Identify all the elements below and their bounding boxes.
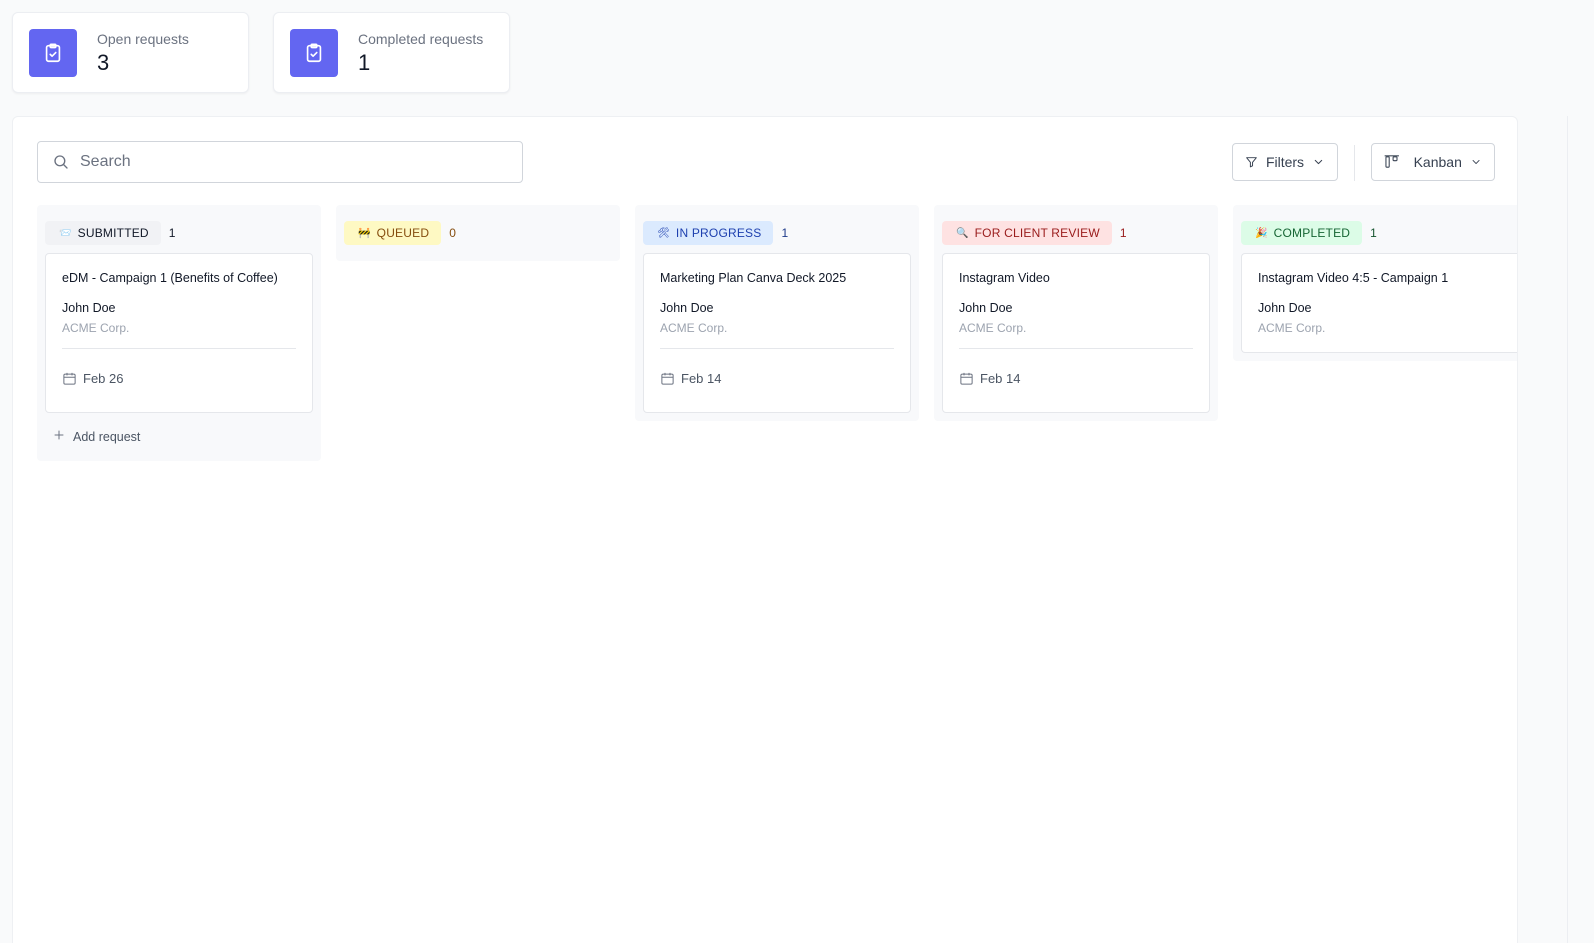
view-label: Kanban (1413, 154, 1462, 170)
open-requests-card: Open requests 3 (12, 12, 249, 93)
chevron-down-icon (1314, 159, 1323, 165)
status-badge: 🛠 IN PROGRESS (643, 221, 774, 245)
card-title: Instagram Video 4:5 - Campaign 1 (1258, 271, 1449, 285)
card-divider (62, 348, 296, 349)
column-title: SUBMITTED (77, 226, 149, 240)
column-title: COMPLETED (1273, 226, 1351, 240)
card-company: ACME Corp. (1258, 321, 1326, 335)
search-input[interactable]: Search (37, 141, 523, 183)
completed-requests-label: Completed requests (358, 31, 484, 47)
filters-button[interactable]: Filters (1232, 143, 1338, 181)
card-date-text: Feb 14 (681, 371, 722, 386)
column-count: 1 (1370, 226, 1377, 240)
status-badge: 🎉 COMPLETED (1241, 221, 1363, 245)
card-title: Marketing Plan Canva Deck 2025 (660, 271, 847, 285)
clipboard-check-icon (29, 29, 77, 77)
add-request-label: Add request (73, 429, 141, 444)
kanban-board: 📨 SUBMITTED 1 eDM - Campaign 1 (Benefits… (37, 205, 1517, 505)
column-in-progress: 🛠 IN PROGRESS 1 Marketing Plan Canva Dec… (635, 205, 919, 421)
card-due-date: Feb 14 (660, 371, 721, 386)
party-popper-icon: 🎉 (1255, 227, 1268, 239)
card-title: Instagram Video (959, 271, 1050, 285)
card-due-date: Feb 14 (959, 371, 1020, 386)
card-divider (959, 348, 1193, 349)
card-date-text: Feb 14 (980, 371, 1021, 386)
magnifier-icon: 🔍 (956, 227, 969, 239)
search-icon (54, 155, 68, 169)
column-count: 1 (781, 226, 789, 240)
requests-panel: Search Filters Kanban 📨 SUBMITTED 1 eDM … (12, 116, 1518, 943)
completed-requests-value: 1 (358, 50, 371, 75)
card-due-date: Feb 26 (62, 371, 123, 386)
request-card[interactable]: Instagram Video John Doe ACME Corp. Feb … (942, 253, 1210, 413)
plus-icon (53, 429, 65, 444)
funnel-icon (1246, 157, 1257, 168)
card-assignee: John Doe (959, 301, 1013, 315)
open-requests-label: Open requests (97, 31, 189, 47)
card-assignee: John Doe (62, 301, 116, 315)
column-title: FOR CLIENT REVIEW (974, 226, 1100, 240)
toolbar-divider (1354, 145, 1355, 181)
column-title: IN PROGRESS (675, 226, 762, 240)
column-queued: 🚧 QUEUED 0 (336, 205, 620, 261)
card-divider (660, 348, 894, 349)
page-scrollbar-track[interactable] (1567, 116, 1568, 943)
view-switcher-button[interactable]: Kanban (1371, 143, 1495, 181)
request-card[interactable]: Marketing Plan Canva Deck 2025 John Doe … (643, 253, 911, 413)
tools-icon: 🛠 (657, 227, 670, 239)
column-title: QUEUED (376, 226, 430, 240)
column-count: 1 (1119, 226, 1127, 240)
card-company: ACME Corp. (660, 321, 728, 335)
card-company: ACME Corp. (62, 321, 130, 335)
envelope-icon: 📨 (59, 227, 72, 239)
column-for-client-review: 🔍 FOR CLIENT REVIEW 1 Instagram Video Jo… (934, 205, 1218, 421)
column-count: 1 (168, 226, 176, 240)
card-title: eDM - Campaign 1 (Benefits of Coffee) (62, 271, 278, 285)
status-badge: 📨 SUBMITTED (45, 221, 161, 245)
card-date-text: Feb 26 (83, 371, 124, 386)
completed-requests-card: Completed requests 1 (273, 12, 510, 93)
card-assignee: John Doe (1258, 301, 1312, 315)
column-submitted: 📨 SUBMITTED 1 eDM - Campaign 1 (Benefits… (37, 205, 321, 461)
add-request-button[interactable]: Add request (53, 429, 140, 444)
open-requests-value: 3 (97, 50, 110, 75)
column-count: 0 (449, 226, 456, 240)
request-card[interactable]: Instagram Video 4:5 - Campaign 1 John Do… (1241, 253, 1517, 353)
filters-label: Filters (1265, 154, 1305, 170)
kanban-icon (1384, 155, 1399, 168)
column-completed: 🎉 COMPLETED 1 Instagram Video 4:5 - Camp… (1233, 205, 1517, 361)
clipboard-check-icon (290, 29, 338, 77)
calendar-icon (661, 372, 674, 385)
status-badge: 🔍 FOR CLIENT REVIEW (942, 221, 1112, 245)
status-badge: 🚧 QUEUED (344, 221, 442, 245)
request-card[interactable]: eDM - Campaign 1 (Benefits of Coffee) Jo… (45, 253, 313, 413)
search-placeholder: Search (80, 153, 131, 170)
calendar-icon (960, 372, 973, 385)
chevron-down-icon (1472, 160, 1480, 164)
stats-row: Open requests 3 Completed requests 1 (12, 12, 510, 93)
card-company: ACME Corp. (959, 321, 1027, 335)
card-assignee: John Doe (660, 301, 714, 315)
construction-icon: 🚧 (358, 227, 371, 239)
calendar-icon (63, 372, 76, 385)
